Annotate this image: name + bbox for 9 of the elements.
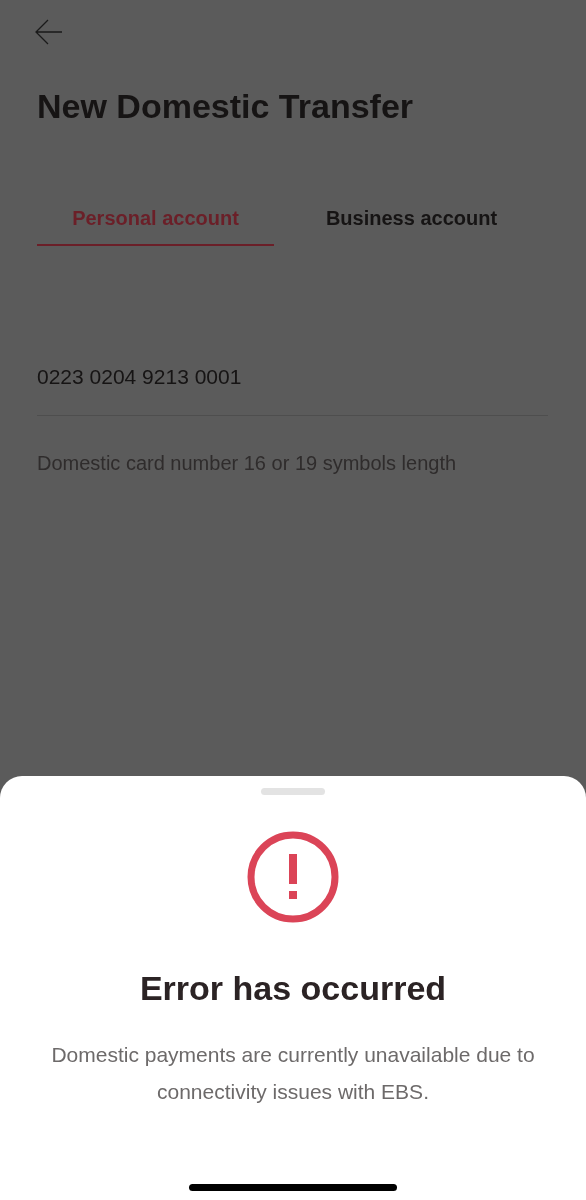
- error-icon: [247, 831, 339, 923]
- card-number-field[interactable]: 0223 0204 9213 0001: [37, 361, 548, 416]
- error-title: Error has occurred: [139, 968, 447, 1009]
- sheet-handle[interactable]: [261, 788, 325, 795]
- error-message: Domestic payments are currently unavailable due to connectivity issues with EBS.: [50, 1042, 536, 1105]
- account-tab[interactable]: Personal account: [37, 191, 274, 246]
- page-title: New Domestic Transfer: [37, 86, 415, 126]
- back-arrow-icon: [35, 19, 63, 45]
- account-tab[interactable]: Business account: [274, 191, 549, 246]
